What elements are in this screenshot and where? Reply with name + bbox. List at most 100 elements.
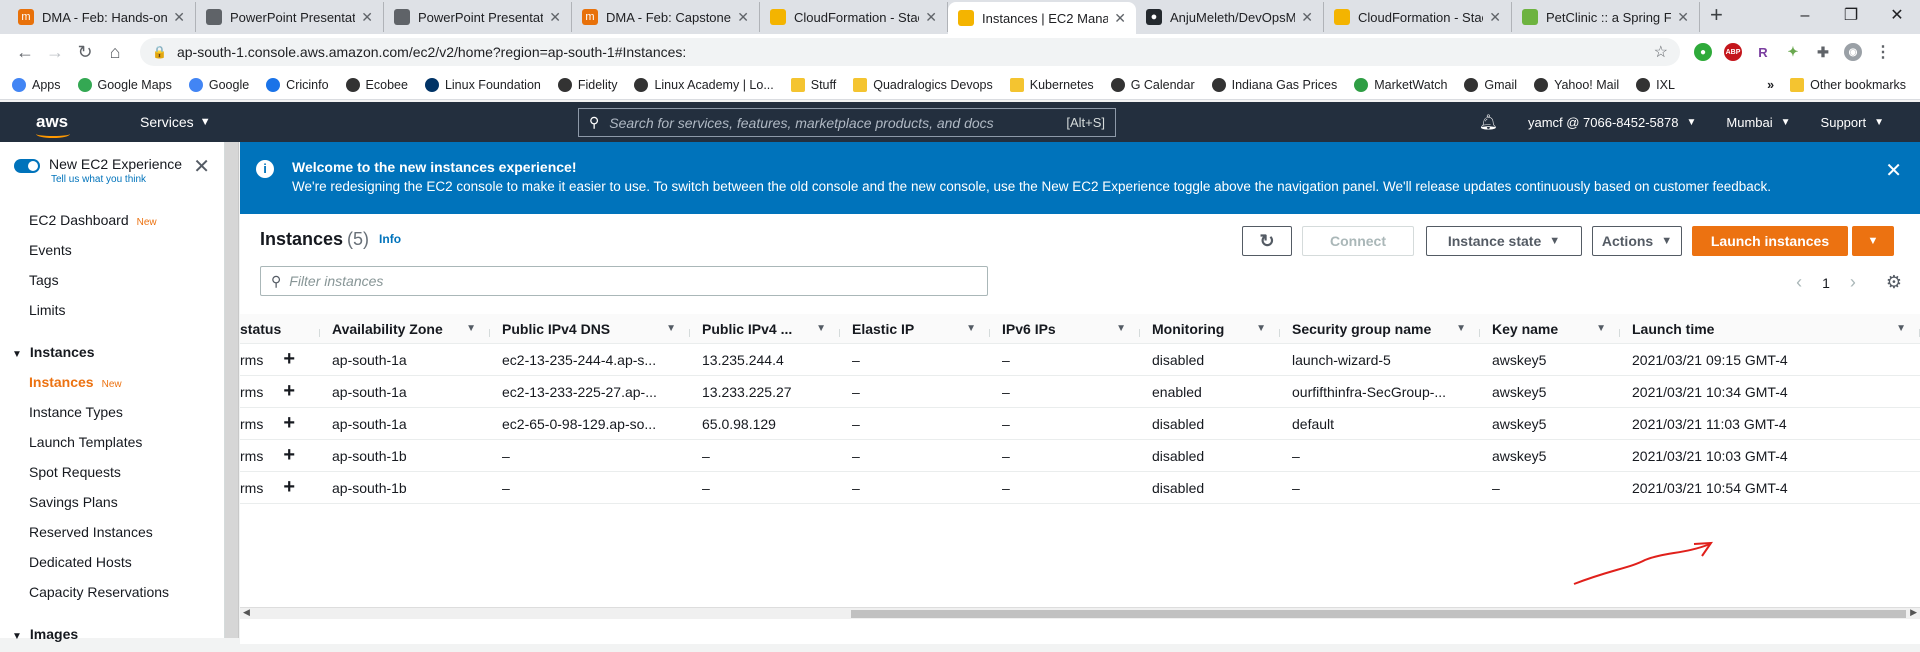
account-menu[interactable]: yamcf @ 7066-8452-5878 ▼ [1528, 115, 1696, 130]
close-icon[interactable]: ✕ [361, 9, 373, 26]
close-icon[interactable]: ✕ [1114, 10, 1126, 27]
close-icon[interactable]: ✕ [549, 9, 561, 26]
table-row[interactable]: rms + ap-south-1a ec2-13-233-225-27.ap-... 1… [240, 376, 1920, 408]
sidebar-item[interactable]: Limits [0, 295, 224, 325]
sort-caret-icon[interactable]: ▼ [966, 323, 976, 334]
browser-tab[interactable]: PetClinic :: a Spring Fra ✕ [1512, 2, 1700, 32]
sort-caret-icon[interactable]: ▼ [1896, 323, 1906, 334]
launch-dropdown-button[interactable]: ▼ [1852, 226, 1894, 256]
refresh-button[interactable]: ↻ [1242, 226, 1292, 256]
table-row[interactable]: rms + ap-south-1b – – – – disabled – – 2021/03/21 … [240, 472, 1920, 504]
browser-tab[interactable]: m DMA - Feb: Capstone P ✕ [572, 2, 760, 32]
extension-sprout-icon[interactable]: ✦ [1784, 43, 1802, 61]
sidebar-section-instances[interactable]: ▼ Instances [0, 337, 224, 367]
close-icon[interactable]: ✕ [737, 9, 749, 26]
sidebar-item[interactable]: Instance Types [0, 397, 224, 427]
actions-button[interactable]: Actions ▼ [1592, 226, 1682, 256]
aws-logo[interactable]: aws [36, 113, 88, 138]
bookmark-item[interactable]: Yahoo! Mail [1534, 77, 1619, 92]
bookmark-item[interactable]: Google Maps [77, 77, 172, 92]
url-field[interactable]: 🔒 ap-south-1.console.aws.amazon.com/ec2/… [140, 38, 1680, 66]
sidebar-item[interactable]: Tags [0, 265, 224, 295]
launch-instances-button[interactable]: Launch instances [1692, 226, 1848, 256]
bookmark-item[interactable]: IXL [1636, 77, 1675, 92]
menu-kebab-icon[interactable]: ⋮ [1874, 43, 1892, 61]
bookmark-item[interactable]: Apps [12, 77, 61, 92]
sort-caret-icon[interactable]: ▼ [466, 323, 476, 334]
sidebar-item[interactable]: Capacity Reservations [0, 577, 224, 607]
close-icon[interactable]: ✕ [1885, 158, 1902, 183]
instance-state-button[interactable]: Instance state ▼ [1426, 226, 1582, 256]
region-menu[interactable]: Mumbai ▼ [1726, 115, 1790, 130]
bookmark-item[interactable]: Fidelity [557, 77, 617, 92]
sidebar-item[interactable]: Spot Requests [0, 457, 224, 487]
bookmark-item[interactable]: Indiana Gas Prices [1211, 77, 1337, 92]
browser-tab[interactable]: CloudFormation - Stack ✕ [1324, 2, 1512, 32]
browser-tab[interactable]: Instances | EC2 Manage ✕ [948, 2, 1136, 34]
bookmark-item[interactable]: Gmail [1464, 77, 1517, 92]
column-header[interactable]: Key name ▼ [1480, 321, 1620, 337]
new-experience-toggle[interactable] [14, 159, 40, 173]
close-icon[interactable]: ✕ [193, 154, 210, 179]
column-header[interactable]: Elastic IP ▼ [840, 321, 990, 337]
feedback-link[interactable]: Tell us what you think [51, 174, 182, 185]
sidebar-item[interactable]: Reserved Instances [0, 517, 224, 547]
column-header[interactable]: Security group name ▼ [1280, 321, 1480, 337]
scroll-left-icon[interactable]: ◀ [243, 607, 250, 618]
plus-icon[interactable]: + [283, 444, 295, 467]
bookmark-item[interactable]: Cricinfo [266, 77, 329, 92]
sidebar-item[interactable]: Dedicated Hosts [0, 547, 224, 577]
filter-bar[interactable]: ⚲ [260, 266, 988, 296]
column-header[interactable]: Monitoring ▼ [1140, 321, 1280, 337]
sort-caret-icon[interactable]: ▼ [1456, 323, 1466, 334]
other-bookmarks[interactable]: Other bookmarks [1790, 78, 1906, 92]
close-icon[interactable]: ✕ [173, 9, 185, 26]
bookmark-item[interactable]: MarketWatch [1354, 77, 1447, 92]
table-row[interactable]: rms + ap-south-1a ec2-13-235-244-4.ap-s... 1… [240, 344, 1920, 376]
aws-search-input[interactable] [609, 114, 1067, 131]
close-icon[interactable]: ✕ [1489, 9, 1501, 26]
puzzle-icon[interactable]: ✚ [1814, 43, 1832, 61]
sidebar-section-images[interactable]: ▼ Images [0, 619, 224, 649]
browser-tab[interactable]: m DMA - Feb: Hands-on I ✕ [8, 2, 196, 32]
sidebar-scrollbar[interactable] [225, 142, 239, 638]
bookmark-item[interactable]: G Calendar [1110, 77, 1195, 92]
support-menu[interactable]: Support ▼ [1821, 115, 1884, 130]
bookmark-item[interactable]: Kubernetes [1009, 77, 1094, 92]
close-icon[interactable]: ✕ [1301, 9, 1313, 26]
back-icon[interactable]: ← [10, 42, 40, 63]
scrollbar-thumb[interactable] [851, 610, 1906, 618]
close-icon[interactable]: ✕ [1677, 9, 1689, 26]
sort-caret-icon[interactable]: ▼ [816, 323, 826, 334]
bookmark-item[interactable]: Linux Academy | Lo... [634, 77, 774, 92]
sidebar-item[interactable]: Events [0, 235, 224, 265]
chevron-left-icon[interactable]: ‹ [1796, 272, 1802, 293]
lock-icon[interactable]: 🔒 [152, 45, 167, 59]
horizontal-scrollbar[interactable]: ◀ ▶ [240, 607, 1920, 619]
sort-caret-icon[interactable]: ▼ [1596, 323, 1606, 334]
minimize-icon[interactable]: – [1782, 0, 1828, 32]
bookmark-item[interactable]: Quadralogics Devops [853, 77, 993, 92]
browser-tab[interactable]: ● AnjuMeleth/DevOpsMi ✕ [1136, 2, 1324, 32]
bookmark-item[interactable]: Google [188, 77, 249, 92]
home-icon[interactable]: ⌂ [100, 42, 130, 63]
sidebar-item[interactable]: Savings Plans [0, 487, 224, 517]
aws-search-bar[interactable]: ⚲ [Alt+S] [578, 108, 1116, 137]
column-header[interactable]: IPv6 IPs ▼ [990, 321, 1140, 337]
adblock-icon[interactable]: ABP [1724, 43, 1742, 61]
filter-input[interactable] [289, 273, 977, 289]
plus-icon[interactable]: + [283, 476, 295, 499]
bookmarks-more-icon[interactable]: » [1767, 78, 1774, 92]
bookmark-item[interactable]: Ecobee [345, 77, 408, 92]
sort-caret-icon[interactable]: ▼ [1116, 323, 1126, 334]
plus-icon[interactable]: + [283, 412, 295, 435]
close-icon[interactable]: ✕ [925, 9, 937, 26]
plus-icon[interactable]: + [283, 380, 295, 403]
restore-icon[interactable]: ❐ [1828, 0, 1874, 32]
column-header[interactable]: Public IPv4 DNS ▼ [490, 321, 690, 337]
browser-tab[interactable]: PowerPoint Presentatio ✕ [196, 2, 384, 32]
extension-r-icon[interactable]: R [1754, 43, 1772, 61]
info-link[interactable]: Info [379, 232, 401, 246]
sidebar-item[interactable]: Instances New [0, 367, 224, 397]
plus-icon[interactable]: + [283, 348, 295, 371]
